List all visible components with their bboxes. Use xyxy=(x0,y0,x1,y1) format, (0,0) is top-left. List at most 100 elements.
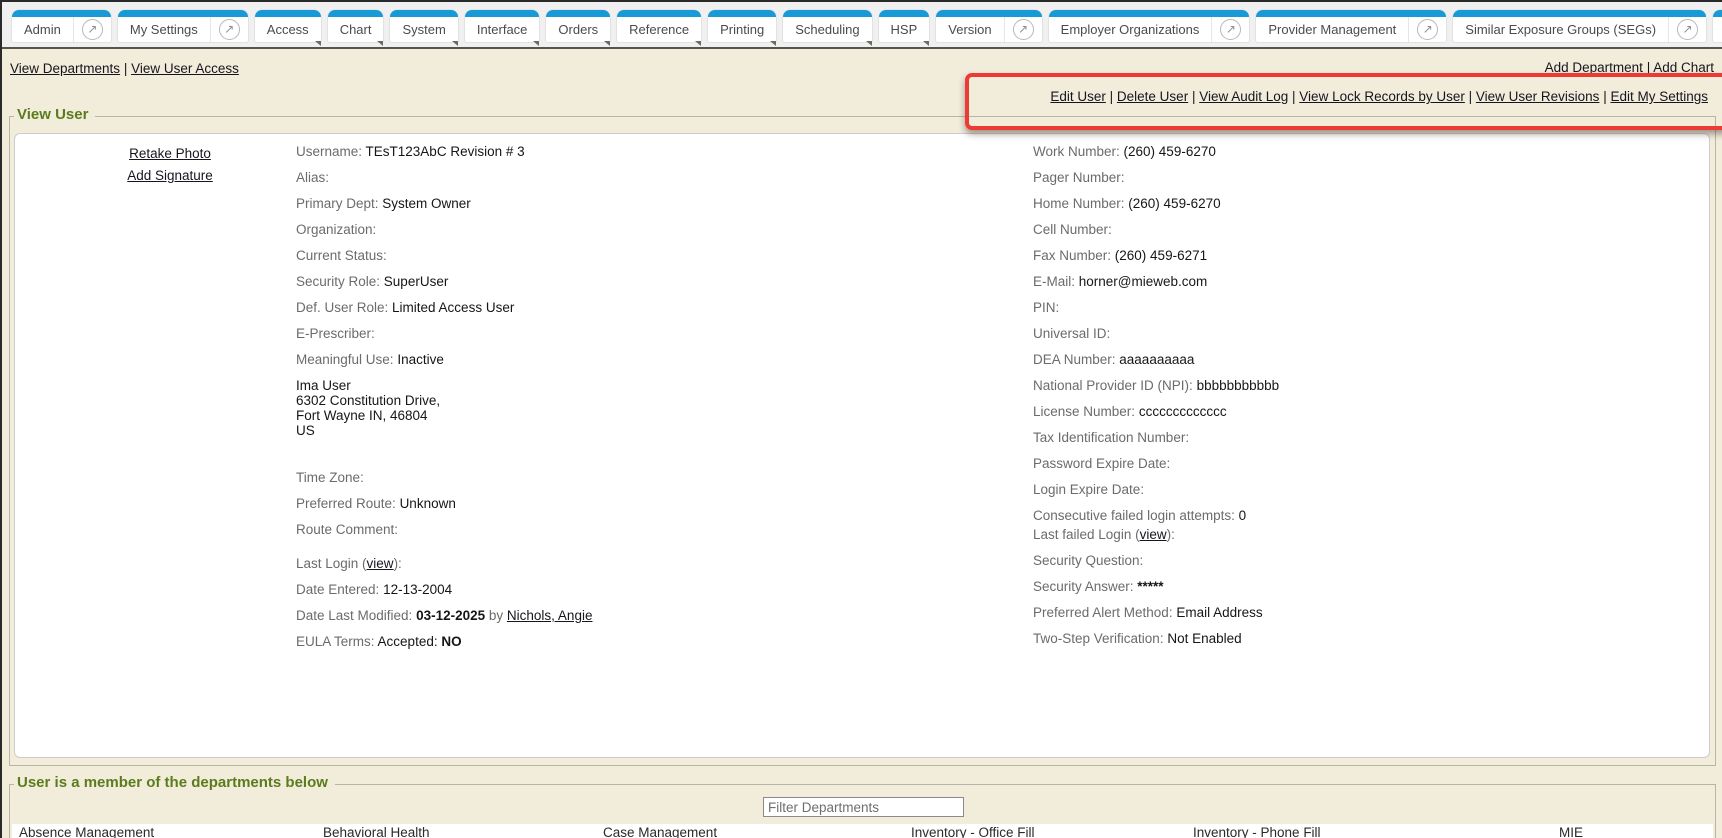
field-eula-terms: EULA Terms: Accepted: NO xyxy=(296,634,956,650)
work-number-label: Work Number: xyxy=(1033,144,1124,159)
retake-photo-link[interactable]: Retake Photo xyxy=(75,146,265,162)
edit-user-link[interactable]: Edit User xyxy=(1050,89,1106,104)
view-user-page: Admin↗My Settings↗AccessChartSystemInter… xyxy=(0,0,1722,838)
security-role-value: SuperUser xyxy=(384,274,449,289)
tab-system[interactable]: System xyxy=(390,10,457,42)
department-mie[interactable]: MIE xyxy=(1559,825,1583,838)
tab-accent-bar xyxy=(546,10,610,17)
tab-admin[interactable]: Admin↗ xyxy=(12,10,111,42)
fax-number-value: (260) 459-6271 xyxy=(1115,248,1207,263)
field-security-question: Security Question: xyxy=(1033,553,1693,569)
security-answer-bold: ***** xyxy=(1137,579,1163,594)
failed-login-attempts-label: Consecutive failed login attempts: xyxy=(1033,508,1239,523)
open-in-new-icon-glyph: ↗ xyxy=(1677,19,1698,40)
license-number-label: License Number: xyxy=(1033,404,1139,419)
open-in-new-icon-glyph: ↗ xyxy=(82,19,103,40)
tab-access[interactable]: Access xyxy=(255,10,321,42)
tab-accent-bar xyxy=(255,10,321,17)
tab-accent-bar xyxy=(879,10,930,17)
primary-dept-label: Primary Dept: xyxy=(296,196,382,211)
field-universal-id: Universal ID: xyxy=(1033,326,1693,342)
tab-accent-bar xyxy=(390,10,457,17)
username-label: Username: xyxy=(296,144,366,159)
tab-accent-bar xyxy=(12,10,111,17)
filter-departments-input[interactable] xyxy=(763,797,964,817)
last-failed-login-view-link[interactable]: view xyxy=(1140,527,1167,542)
tab-accent-bar xyxy=(328,10,384,17)
field-fax-number: Fax Number: (260) 459-6271 xyxy=(1033,248,1693,264)
tab-work-locations[interactable]: Work Locations↗ xyxy=(1713,10,1722,42)
view-user-access-link[interactable]: View User Access xyxy=(131,61,239,76)
tab-version[interactable]: Version↗ xyxy=(936,10,1041,42)
add-chart-link[interactable]: Add Chart xyxy=(1653,60,1714,75)
field-address: Ima User6302 Constitution Drive,Fort Way… xyxy=(296,378,956,438)
two-step-verification-value: Not Enabled xyxy=(1167,631,1241,646)
preferred-route-label: Preferred Route: xyxy=(296,496,400,511)
tab-accent-bar xyxy=(118,10,248,17)
last-login-view-link[interactable]: view xyxy=(367,556,394,571)
home-number-value: (260) 459-6270 xyxy=(1128,196,1220,211)
tab-interface[interactable]: Interface xyxy=(465,10,540,42)
add-signature-link[interactable]: Add Signature xyxy=(75,168,265,184)
field-e-prescriber: E-Prescriber: xyxy=(296,326,956,342)
page-title: View User xyxy=(14,106,95,123)
view-audit-log-link[interactable]: View Audit Log xyxy=(1199,89,1288,104)
department-absence-management[interactable]: Absence Management xyxy=(19,825,154,838)
time-zone-label: Time Zone: xyxy=(296,470,364,485)
field-password-expire-date: Password Expire Date: xyxy=(1033,456,1693,472)
field-alias: Alias: xyxy=(296,170,956,186)
tab-my-settings[interactable]: My Settings↗ xyxy=(118,10,248,42)
open-in-new-icon-glyph: ↗ xyxy=(1417,19,1438,40)
edit-my-settings-link[interactable]: Edit My Settings xyxy=(1610,89,1708,104)
department-case-management[interactable]: Case Management xyxy=(603,825,717,838)
link-separator: | xyxy=(1188,89,1199,104)
add-links-row: Add Department | Add Chart xyxy=(1545,60,1714,75)
tab-accent-bar xyxy=(1256,10,1446,17)
address-line: 6302 Constitution Drive, xyxy=(296,393,956,408)
tab-hsp[interactable]: HSP xyxy=(879,10,930,42)
field-license-number: License Number: ccccccccccccc xyxy=(1033,404,1693,420)
field-preferred-alert-method: Preferred Alert Method: Email Address xyxy=(1033,605,1693,621)
date-last-modified-label: by xyxy=(485,608,507,623)
pager-number-label: Pager Number: xyxy=(1033,170,1125,185)
tax-id-number-label: Tax Identification Number: xyxy=(1033,430,1189,445)
tab-orders[interactable]: Orders xyxy=(546,10,610,42)
tab-scheduling[interactable]: Scheduling xyxy=(783,10,871,42)
tab-accent-bar xyxy=(617,10,701,17)
add-department-link[interactable]: Add Department xyxy=(1545,60,1643,75)
tab-printing[interactable]: Printing xyxy=(708,10,776,42)
view-lock-records-by-user-link[interactable]: View Lock Records by User xyxy=(1299,89,1465,104)
tab-provider-management[interactable]: Provider Management↗ xyxy=(1256,10,1446,42)
photo-links: Retake Photo Add Signature xyxy=(75,146,265,190)
address-line: US xyxy=(296,423,956,438)
field-security-answer: Security Answer: ***** xyxy=(1033,579,1693,595)
tab-similar-exposure-groups-segs[interactable]: Similar Exposure Groups (SEGs)↗ xyxy=(1453,10,1706,42)
view-user-revisions-link[interactable]: View User Revisions xyxy=(1476,89,1600,104)
last-failed-login-label: ): xyxy=(1167,527,1175,542)
link-separator: | xyxy=(1643,60,1653,75)
tab-employer-organizations[interactable]: Employer Organizations↗ xyxy=(1049,10,1250,42)
preferred-route-value: Unknown xyxy=(400,496,456,511)
tab-reference[interactable]: Reference xyxy=(617,10,701,42)
department-behavioral-health[interactable]: Behavioral Health xyxy=(323,825,430,838)
departments-section: User is a member of the departments belo… xyxy=(9,784,1716,838)
tab-accent-bar xyxy=(936,10,1041,17)
date-last-modified-view-link[interactable]: Nichols, Angie xyxy=(507,608,593,623)
department-inventory-office-fill[interactable]: Inventory - Office Fill xyxy=(911,825,1035,838)
field-tax-id-number: Tax Identification Number: xyxy=(1033,430,1693,446)
preferred-alert-method-label: Preferred Alert Method: xyxy=(1033,605,1176,620)
last-failed-login-label: Last failed Login ( xyxy=(1033,527,1140,542)
dropdown-corner-icon xyxy=(533,41,539,46)
address-line: Fort Wayne IN, 46804 xyxy=(296,408,956,423)
def-user-role-label: Def. User Role: xyxy=(296,300,392,315)
delete-user-link[interactable]: Delete User xyxy=(1117,89,1188,104)
tab-chart[interactable]: Chart xyxy=(328,10,384,42)
work-number-value: (260) 459-6270 xyxy=(1124,144,1216,159)
link-separator: | xyxy=(1599,89,1610,104)
view-departments-link[interactable]: View Departments xyxy=(10,61,120,76)
last-login-label: Last Login ( xyxy=(296,556,367,571)
department-inventory-phone-fill[interactable]: Inventory - Phone Fill xyxy=(1193,825,1321,838)
current-status-label: Current Status: xyxy=(296,248,387,263)
tab-accent-bar xyxy=(465,10,540,17)
departments-list: Absence Management Behavioral Health Case … xyxy=(12,824,1713,838)
